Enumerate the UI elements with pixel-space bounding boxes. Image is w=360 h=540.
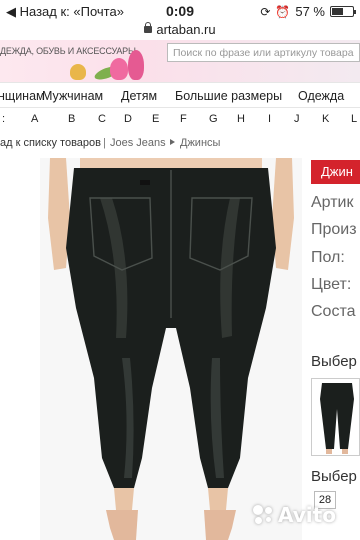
alphabet-letter[interactable]: I (268, 113, 271, 125)
battery-percent: 57 % (295, 4, 325, 19)
nav-item-kids[interactable]: Детям (121, 89, 157, 103)
status-bar: ◀ Назад к: «Почта» 0:09 ⟳ ⏰ 57 % (0, 0, 360, 22)
jeans-photo-illustration (48, 158, 294, 540)
url-text: artaban.ru (156, 22, 216, 37)
product-image[interactable] (40, 158, 302, 540)
flower-decoration (128, 50, 144, 80)
nav-item-men[interactable]: Мужчинам (42, 89, 103, 103)
nav-item-women[interactable]: нщинам (0, 89, 45, 103)
back-to-list-link[interactable]: ад к списку товаров (0, 137, 101, 149)
alphabet-colon: : (2, 113, 6, 125)
address-bar[interactable]: artaban.ru (0, 22, 360, 40)
thumbnail-image (320, 383, 354, 454)
select-size-label: Выбер (311, 468, 357, 485)
search-placeholder: Поиск по фразе или артикулу товара (173, 47, 354, 59)
breadcrumb-separator: | (103, 137, 106, 149)
alphabet-letter[interactable]: K (322, 113, 329, 125)
flower-decoration (70, 64, 86, 80)
alphabet-letter[interactable]: E (152, 113, 159, 125)
alphabet-letter[interactable]: D (124, 113, 132, 125)
battery-icon (330, 6, 356, 17)
field-manufacturer-label: Произ (311, 221, 357, 238)
status-indicators: ⟳ ⏰ 57 % (260, 4, 356, 19)
field-composition-label: Соста (311, 303, 356, 320)
breadcrumb-arrow-icon (170, 139, 175, 145)
brand-alphabet: : A B C D E F G H I J K L (0, 108, 360, 130)
alphabet-letter[interactable]: A (31, 113, 38, 125)
alphabet-letter[interactable]: C (98, 113, 106, 125)
avito-wordmark: Avito (278, 503, 336, 527)
nav-item-clothing[interactable]: Одежда (298, 89, 344, 103)
main-nav: нщинам Мужчинам Детям Большие размеры Од… (0, 82, 360, 108)
alarm-icon: ⏰ (275, 4, 291, 19)
breadcrumb-brand-link[interactable]: Joes Jeans (110, 137, 166, 149)
field-gender-label: Пол: (311, 249, 345, 266)
product-title-badge: Джин (311, 160, 360, 184)
site-tagline: ДЕЖДА, ОБУВЬ И АКСЕССУАРЫ (0, 46, 136, 56)
field-color-label: Цвет: (311, 276, 352, 293)
breadcrumb: ад к списку товаров | Joes Jeans Джинсы (0, 132, 300, 154)
orientation-lock-icon: ⟳ (260, 4, 271, 19)
nav-item-plus-sizes[interactable]: Большие размеры (175, 89, 282, 103)
alphabet-letter[interactable]: G (209, 113, 218, 125)
search-input[interactable]: Поиск по фразе или артикулу товара (167, 43, 360, 62)
alphabet-letter[interactable]: L (351, 113, 357, 125)
alphabet-letter[interactable]: F (180, 113, 187, 125)
flower-decoration (110, 58, 128, 80)
avito-watermark: Avito (253, 503, 336, 527)
color-thumbnail[interactable] (311, 378, 360, 456)
breadcrumb-category-link[interactable]: Джинсы (180, 137, 220, 149)
alphabet-letter[interactable]: H (237, 113, 245, 125)
alphabet-letter[interactable]: B (68, 113, 75, 125)
select-color-label: Выбер (311, 353, 357, 370)
avito-logo-icon (253, 505, 275, 525)
lock-icon (144, 22, 153, 33)
alphabet-letter[interactable]: J (294, 113, 300, 125)
field-article-label: Артик (311, 194, 354, 211)
site-banner: ДЕЖДА, ОБУВЬ И АКСЕССУАРЫ Поиск по фразе… (0, 40, 360, 82)
